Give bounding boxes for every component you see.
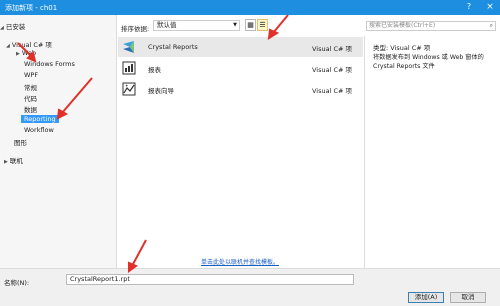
tree-item-general[interactable]: 常规 bbox=[24, 82, 37, 92]
tree-item-web[interactable]: ▶ Web bbox=[16, 49, 36, 57]
report-wizard-icon: ✦ bbox=[122, 82, 136, 96]
details-pane: 类型: Visual C# 项 将数据发布到 Windows 或 Web 窗体的… bbox=[364, 36, 500, 268]
template-item-report[interactable]: 报表 Visual C# 项 bbox=[118, 58, 363, 78]
tree-item-online[interactable]: ▶ 联机 bbox=[4, 155, 23, 165]
tree-item-data[interactable]: 数据 bbox=[24, 104, 37, 114]
collapse-icon: ◢ bbox=[0, 25, 4, 31]
tree-item-windows-forms[interactable]: Windows Forms bbox=[24, 60, 75, 68]
tree-item-code[interactable]: 代码 bbox=[24, 93, 37, 103]
grid-view-button[interactable]: ▦ bbox=[245, 19, 256, 31]
report-icon bbox=[122, 61, 136, 75]
category-tree: ◢ 已安装 ◢ Visual C# 项 ▶ Web Windows Forms WPF… bbox=[0, 15, 117, 268]
name-label: 名称(N): bbox=[4, 279, 30, 287]
help-button[interactable]: ? bbox=[463, 2, 475, 13]
close-button[interactable]: × bbox=[484, 2, 496, 13]
sort-dropdown[interactable]: 默认值 ▼ bbox=[153, 20, 240, 31]
name-field[interactable]: CrystalReport1.rpt bbox=[66, 274, 354, 285]
chevron-down-icon: ▼ bbox=[233, 22, 237, 28]
template-description: 将数据发布到 Windows 或 Web 窗体的 Crystal Reports… bbox=[373, 54, 484, 70]
title-bar: 添加新项 - ch01 ? × bbox=[0, 0, 500, 15]
list-view-button[interactable]: ☰ bbox=[257, 19, 268, 31]
tree-item-workflow[interactable]: Workflow bbox=[24, 126, 54, 134]
search-icon: ⌕ bbox=[489, 22, 493, 29]
online-templates-link[interactable]: 单击此处以联机并查找模板。 bbox=[201, 257, 279, 266]
tree-item-visual-csharp[interactable]: ◢ Visual C# 项 bbox=[6, 39, 52, 49]
footer-bar: 名称(N): CrystalReport1.rpt 添加(A) 取消 bbox=[0, 268, 500, 306]
search-input[interactable]: 搜索已安装模板(Ctrl+E) ⌕ bbox=[366, 21, 496, 31]
cancel-button[interactable]: 取消 bbox=[450, 292, 486, 303]
expand-icon: ▶ bbox=[16, 51, 20, 57]
sort-toolbar: 排序依据: 默认值 ▼ ▦ ☰ bbox=[118, 15, 363, 36]
window-title: 添加新项 - ch01 bbox=[5, 4, 58, 12]
tree-item-graphics[interactable]: 图形 bbox=[14, 137, 27, 147]
collapse-icon: ◢ bbox=[6, 43, 10, 49]
tree-item-wpf[interactable]: WPF bbox=[24, 71, 38, 79]
crystal-reports-icon bbox=[123, 41, 134, 53]
type-value: Visual C# 项 bbox=[390, 44, 431, 52]
template-item-report-wizard[interactable]: ✦ 报表向导 Visual C# 项 bbox=[118, 79, 363, 99]
installed-header[interactable]: ◢ 已安装 bbox=[0, 21, 25, 31]
tree-item-reporting[interactable]: Reporting bbox=[21, 115, 59, 123]
sort-label: 排序依据: bbox=[121, 25, 150, 33]
type-label: 类型: bbox=[373, 44, 389, 52]
type-line: 类型: Visual C# 项 bbox=[373, 42, 430, 52]
add-button[interactable]: 添加(A) bbox=[408, 292, 444, 303]
template-item-crystal-reports[interactable]: Crystal Reports Visual C# 项 bbox=[118, 37, 363, 57]
grid-icon: ▦ bbox=[247, 21, 254, 29]
list-icon: ☰ bbox=[259, 21, 266, 29]
expand-icon: ▶ bbox=[4, 159, 8, 165]
template-list: Crystal Reports Visual C# 项 报表 Visual C#… bbox=[118, 36, 363, 268]
